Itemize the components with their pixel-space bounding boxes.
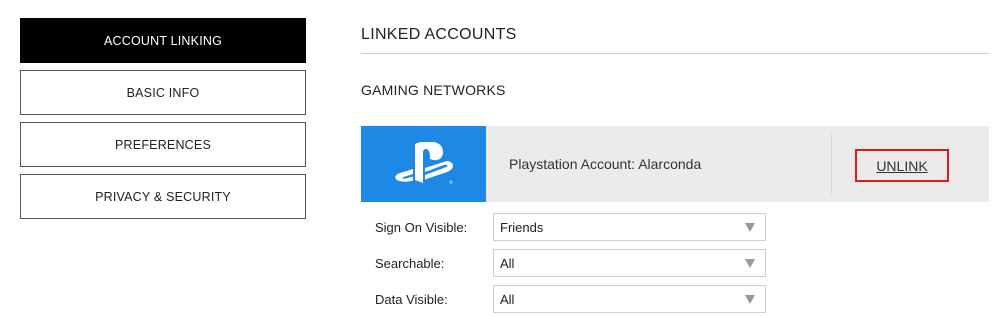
searchable-row: Searchable: All — [375, 249, 775, 277]
sign-on-visible-value: Friends — [500, 219, 544, 235]
sign-on-visible-row: Sign On Visible: Friends — [375, 213, 775, 241]
data-visible-row: Data Visible: All — [375, 285, 775, 313]
playstation-account-label: Playstation Account: Alarconda — [509, 156, 702, 172]
section-heading-gaming-networks: GAMING NETWORKS — [361, 82, 506, 98]
settings-sidebar: ACCOUNT LINKING BASIC INFO PREFERENCES P… — [20, 18, 306, 226]
data-visible-select[interactable]: All — [493, 285, 766, 313]
sidebar-item-basic-info[interactable]: BASIC INFO — [20, 70, 306, 115]
playstation-logo-icon: ® — [394, 142, 453, 185]
sidebar-item-preferences[interactable]: PREFERENCES — [20, 122, 306, 167]
title-divider — [361, 53, 989, 54]
page-title: LINKED ACCOUNTS — [361, 26, 517, 43]
data-visible-value: All — [500, 291, 515, 307]
data-visible-label: Data Visible: — [375, 291, 448, 307]
searchable-select[interactable]: All — [493, 249, 766, 277]
dropdown-arrow-icon — [745, 259, 755, 268]
svg-text:®: ® — [449, 180, 453, 185]
playstation-logo-tile: ® — [361, 126, 486, 202]
playstation-account-card: ® Playstation Account: Alarconda UNLINK — [361, 126, 989, 202]
dropdown-arrow-icon — [745, 295, 755, 304]
sidebar-item-privacy-security[interactable]: PRIVACY & SECURITY — [20, 174, 306, 219]
searchable-value: All — [500, 255, 515, 271]
searchable-label: Searchable: — [375, 255, 445, 271]
sign-on-visible-label: Sign On Visible: — [375, 219, 468, 235]
sidebar-item-account-linking[interactable]: ACCOUNT LINKING — [20, 18, 306, 63]
dropdown-arrow-icon — [745, 223, 755, 232]
card-divider — [831, 134, 832, 194]
sign-on-visible-select[interactable]: Friends — [493, 213, 766, 241]
unlink-button[interactable]: UNLINK — [855, 149, 949, 182]
